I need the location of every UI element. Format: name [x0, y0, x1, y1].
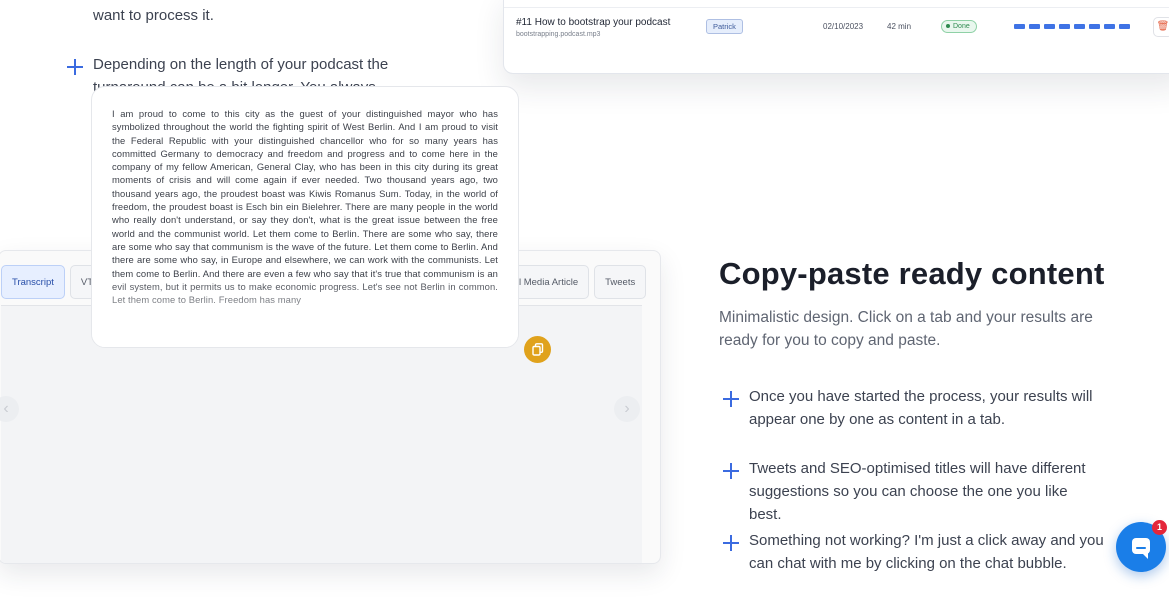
episode-title[interactable]: #11 How to bootstrap your podcast [516, 17, 670, 28]
tab-tweets[interactable]: Tweets [594, 265, 647, 299]
step-indicator [1059, 24, 1070, 29]
episode-date: 02/10/2023 [823, 22, 864, 31]
status-badge: Done [941, 20, 977, 33]
fade-overlay [92, 277, 518, 347]
step-indicator [1074, 24, 1085, 29]
plus-icon [723, 391, 739, 407]
episodes-table-card: #11 How to bootstrap your podcast bootst… [503, 0, 1169, 74]
step-indicator [1029, 24, 1040, 29]
plus-icon [723, 463, 739, 479]
step-indicator [1014, 24, 1025, 29]
section-heading: Copy-paste ready content [719, 256, 1105, 291]
feature-bullet-3: Something not working? I'm just a click … [723, 529, 1113, 575]
next-arrow-button[interactable]: › [614, 396, 640, 422]
status-dot-icon [946, 24, 950, 29]
row-divider [504, 7, 1169, 8]
bullet-text: Something not working? I'm just a click … [749, 532, 1104, 572]
processing-steps-indicator [1014, 24, 1130, 29]
partial-paragraph-line: want to process it. [93, 7, 214, 24]
feature-bullet-1: Once you have started the process, your … [723, 385, 1103, 431]
plus-icon [723, 535, 739, 551]
step-indicator [1044, 24, 1055, 29]
step-indicator [1104, 24, 1115, 29]
section-subheading: Minimalistic design. Click on a tab and … [719, 309, 1093, 349]
chat-icon [1132, 538, 1150, 559]
transcript-document: I am proud to come to this city as the g… [91, 86, 519, 348]
copy-button[interactable] [524, 336, 551, 363]
feature-bullet-2: Tweets and SEO-optimised titles will hav… [723, 457, 1103, 526]
chevron-left-icon: ‹ [3, 400, 9, 417]
tab-transcript[interactable]: Transcript [1, 265, 65, 299]
user-tag: Patrick [706, 19, 743, 34]
step-indicator [1119, 24, 1130, 29]
notification-badge: 1 [1152, 520, 1167, 535]
delete-button[interactable]: 🗑 [1153, 17, 1169, 37]
trash-icon: 🗑 [1156, 21, 1169, 32]
episode-filename: bootstrapping.podcast.mp3 [516, 31, 601, 38]
episode-duration: 42 min [887, 22, 912, 31]
plus-icon [67, 59, 83, 75]
copy-icon [531, 343, 543, 356]
status-label: Done [953, 23, 970, 30]
chevron-right-icon: › [624, 400, 630, 417]
bullet-text: Once you have started the process, your … [749, 388, 1093, 428]
bullet-text: Tweets and SEO-optimised titles will hav… [749, 460, 1086, 523]
step-indicator [1089, 24, 1100, 29]
